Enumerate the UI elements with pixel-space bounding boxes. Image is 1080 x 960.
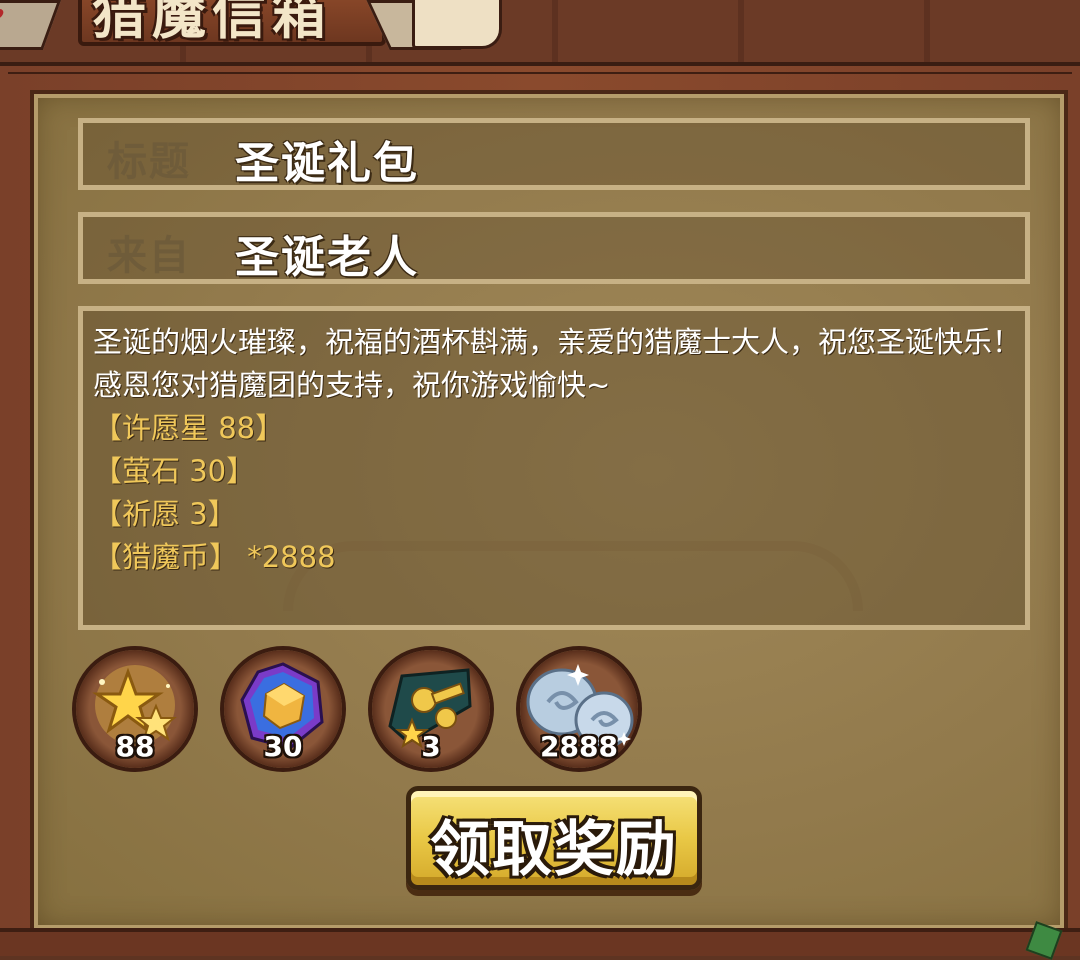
reward-slot-hunter-coin[interactable]: 2888 — [520, 650, 638, 768]
mail-title-label: 标题 — [107, 139, 191, 185]
mail-item-line: 【祈愿 3】 — [93, 497, 237, 531]
reward-count: 2888 — [540, 730, 618, 763]
claim-reward-button[interactable]: 领取奖励 — [406, 786, 702, 890]
page-title: 猎魔信箱 — [92, 0, 332, 46]
claim-reward-label: 领取奖励 — [430, 815, 678, 885]
reward-count: 88 — [115, 730, 155, 763]
mail-sender-label: 来自 — [107, 233, 191, 279]
mail-item-line: 【萤石 30】 — [93, 454, 256, 488]
reward-slot-prayer[interactable]: 3 — [372, 650, 490, 768]
reward-count: 3 — [421, 730, 441, 763]
reward-count: 30 — [263, 730, 303, 763]
mail-title-row: 标题 圣诞礼包 — [78, 118, 1030, 190]
letter-icon — [412, 0, 502, 49]
mail-title-value: 圣诞礼包 — [235, 138, 419, 189]
mail-item-line: 【许愿星 88】 — [93, 411, 285, 445]
reward-slot-wish-star[interactable]: 88 — [76, 650, 194, 768]
mail-item-line: 【猎魔币】 *2888 — [93, 540, 336, 574]
reward-slot-fluorite[interactable]: 30 — [224, 650, 342, 768]
mail-body[interactable]: 圣诞的烟火璀璨，祝福的酒杯斟满，亲爱的猎魔士大人，祝您圣诞快乐！感恩您对猎魔团的… — [78, 306, 1030, 630]
mail-sender-row: 来自 圣诞老人 — [78, 212, 1030, 284]
mail-body-text: 圣诞的烟火璀璨，祝福的酒杯斟满，亲爱的猎魔士大人，祝您圣诞快乐！感恩您对猎魔团的… — [93, 325, 1022, 402]
mail-sender-value: 圣诞老人 — [235, 232, 419, 283]
